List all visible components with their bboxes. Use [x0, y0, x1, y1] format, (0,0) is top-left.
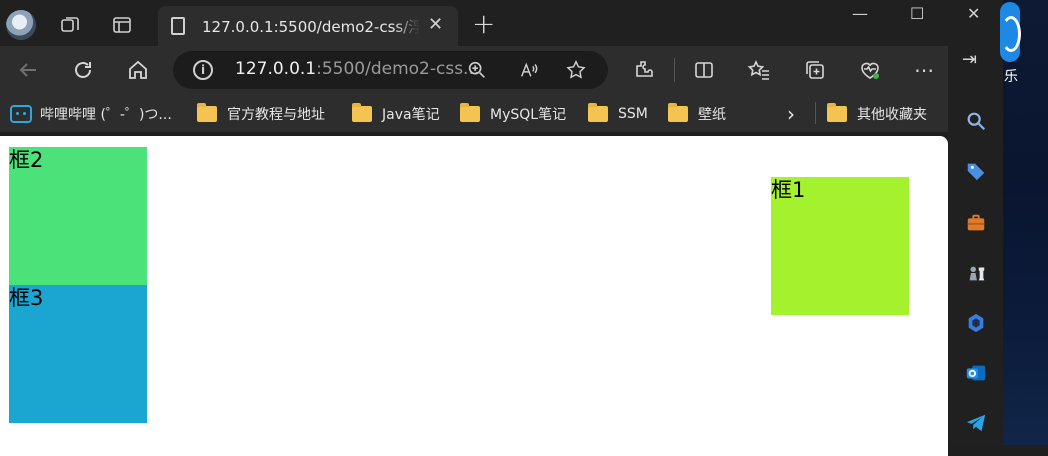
url-text[interactable]: 127.0.0.1:5500/demo2-css...: [235, 59, 479, 79]
folder-icon: [197, 103, 217, 122]
bookmark-label: 其他收藏夹: [857, 107, 927, 123]
box-label: 框3: [9, 286, 44, 310]
navigation-toolbar: i 127.0.0.1:5500/demo2-css... ⋯: [0, 46, 1003, 94]
desktop-app-label: 乐: [1004, 69, 1018, 85]
tab-title: 127.0.0.1:5500/demo2-css/浮动.h: [202, 16, 420, 37]
bookmark-label: SSM: [618, 106, 648, 122]
vertical-tabs-icon[interactable]: [110, 13, 134, 37]
desktop-app-icon[interactable]: [1000, 2, 1021, 62]
bookmark-label: Java笔记: [382, 107, 440, 123]
site-info-icon[interactable]: i: [193, 60, 213, 80]
profile-avatar[interactable]: [6, 10, 36, 40]
browser-essentials-icon[interactable]: [858, 58, 882, 82]
folder-icon: [460, 103, 480, 122]
collections-icon[interactable]: [803, 58, 827, 82]
favorite-star-icon[interactable]: [565, 59, 587, 81]
address-bar[interactable]: i 127.0.0.1:5500/demo2-css...: [173, 51, 608, 89]
new-tab-button[interactable]: +: [472, 8, 495, 40]
bookmark-folder-wallpaper[interactable]: 壁纸: [668, 103, 726, 124]
bookmark-label: MySQL笔记: [490, 107, 567, 123]
search-icon[interactable]: [965, 110, 987, 132]
shopping-tag-icon[interactable]: [965, 160, 987, 182]
sidebar-toggle-icon[interactable]: ⇥: [962, 49, 977, 70]
favorites-icon[interactable]: [747, 58, 771, 82]
send-telegram-icon[interactable]: [965, 412, 987, 434]
close-window-button[interactable]: ✕: [967, 4, 980, 23]
bookmark-label: 哔哩哔哩 (゜-゜)つ...: [40, 107, 172, 123]
games-chess-icon[interactable]: [965, 262, 987, 284]
tools-briefcase-icon[interactable]: [965, 212, 987, 234]
home-icon[interactable]: [126, 58, 150, 82]
workspaces-icon[interactable]: [58, 13, 82, 37]
bookmark-bilibili[interactable]: 哔哩哔哩 (゜-゜)つ...: [10, 104, 172, 124]
folder-icon: [352, 103, 372, 122]
box-label: 框2: [9, 148, 44, 172]
split-screen-icon[interactable]: [692, 58, 716, 82]
edge-sidebar: ⇥: [948, 46, 1003, 445]
float-box-3: 框3: [9, 285, 147, 423]
active-tab[interactable]: 127.0.0.1:5500/demo2-css/浮动.h ✕: [158, 6, 458, 46]
more-menu-icon[interactable]: ⋯: [912, 58, 936, 82]
maximize-button[interactable]: ☐: [910, 4, 924, 23]
bookmark-label: 壁纸: [698, 107, 726, 123]
minimize-button[interactable]: —: [852, 4, 868, 23]
url-path: :5500/demo2-css...: [316, 59, 480, 79]
page-icon: [171, 17, 185, 35]
back-icon[interactable]: [16, 58, 40, 82]
url-host: 127.0.0.1: [235, 59, 317, 79]
read-aloud-icon[interactable]: [518, 59, 540, 81]
bookmark-folder-mysql[interactable]: MySQL笔记: [460, 103, 567, 124]
close-tab-icon[interactable]: ✕: [428, 14, 443, 35]
folder-icon: [668, 103, 688, 122]
float-box-1: 框1: [771, 177, 909, 315]
refresh-icon[interactable]: [71, 58, 95, 82]
tab-strip: 127.0.0.1:5500/demo2-css/浮动.h ✕ + — ☐ ✕: [0, 0, 1003, 46]
bookmark-folder-tutorials[interactable]: 官方教程与地址: [197, 103, 325, 124]
microsoft-365-icon[interactable]: [965, 312, 987, 334]
folder-icon: [588, 103, 608, 122]
bookmark-folder-ssm[interactable]: SSM: [588, 103, 648, 124]
float-box-2: 框2: [9, 147, 147, 285]
box-label: 框1: [771, 178, 806, 202]
bilibili-icon: [10, 105, 32, 123]
bookmark-folder-java[interactable]: Java笔记: [352, 103, 440, 124]
extensions-icon[interactable]: [632, 58, 656, 82]
toolbar-divider: [674, 58, 675, 82]
bookmarks-bar: 哔哩哔哩 (゜-゜)つ... 官方教程与地址 Java笔记 MySQL笔记 SS…: [0, 94, 1003, 132]
zoom-icon[interactable]: [466, 59, 488, 81]
bookmark-label: 官方教程与地址: [227, 107, 325, 123]
outlook-icon[interactable]: [965, 362, 987, 384]
folder-icon: [827, 103, 847, 122]
more-bookmarks-chevron-icon[interactable]: ›: [787, 102, 795, 126]
bookmarks-divider: [815, 102, 816, 124]
page-viewport: 框2 框3 框1: [0, 136, 948, 456]
bookmark-folder-other[interactable]: 其他收藏夹: [827, 103, 927, 124]
